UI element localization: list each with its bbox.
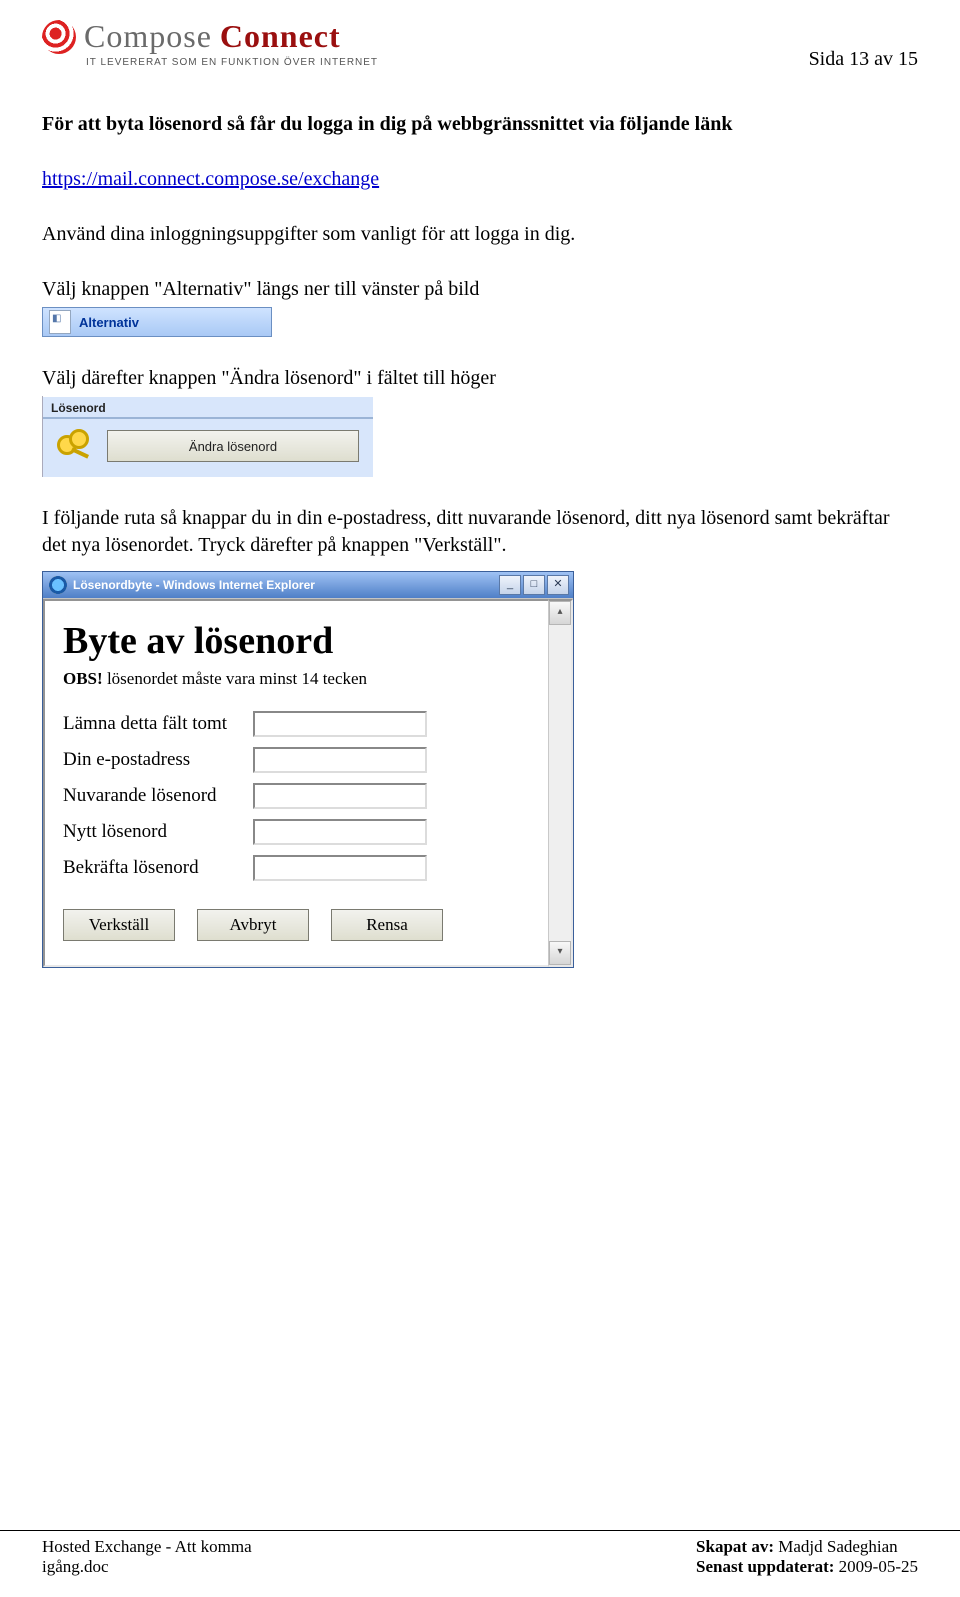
field-label-4: Nytt lösenord — [63, 821, 253, 843]
field-label-1: Lämna detta fält tomt — [63, 713, 253, 735]
footer-author-label: Skapat av: — [696, 1537, 774, 1556]
field-input-5[interactable] — [253, 855, 427, 881]
change-password-button[interactable]: Ändra lösenord — [107, 430, 359, 462]
field-label-5: Bekräfta lösenord — [63, 857, 253, 879]
scrollbar[interactable]: ▴ ▾ — [548, 599, 573, 967]
field-input-1[interactable] — [253, 711, 427, 737]
dialog-heading: Byte av lösenord — [63, 619, 538, 663]
cancel-button[interactable]: Avbryt — [197, 909, 309, 941]
dialog-note-rest: lösenordet måste vara minst 14 tecken — [103, 669, 367, 688]
scroll-down-icon[interactable]: ▾ — [549, 941, 571, 965]
page-footer: Hosted Exchange - Att komma igång.doc Sk… — [0, 1530, 960, 1597]
change-password-label: Ändra lösenord — [189, 439, 277, 454]
dialog-note-bold: OBS! — [63, 669, 103, 688]
alternativ-button[interactable]: Alternativ — [42, 307, 272, 337]
page-number: Sida 13 av 15 — [809, 48, 918, 71]
logo-subtitle: IT LEVERERAT SOM EN FUNKTION ÖVER INTERN… — [86, 57, 472, 68]
field-input-2[interactable] — [253, 747, 427, 773]
ie-window-title: Lösenordbyte - Windows Internet Explorer — [73, 578, 315, 592]
exchange-link[interactable]: https://mail.connect.compose.se/exchange — [42, 168, 379, 190]
paragraph-3: Välj därefter knappen "Ändra lösenord" i… — [42, 365, 918, 392]
ie-dialog-window: Lösenordbyte - Windows Internet Explorer… — [42, 571, 574, 968]
minimize-button[interactable]: _ — [499, 575, 521, 595]
logo-block: Compose Connect IT LEVERERAT SOM EN FUNK… — [42, 18, 472, 68]
logo-word-compose: Compose — [84, 18, 212, 55]
footer-left-line1: Hosted Exchange - Att komma — [42, 1537, 252, 1557]
heading-text: För att byta lösenord så får du logga in… — [42, 111, 918, 138]
paragraph-2: Välj knappen "Alternativ" längs ner till… — [42, 276, 918, 303]
footer-left-line2: igång.doc — [42, 1557, 252, 1577]
keys-icon — [57, 429, 91, 463]
paragraph-1: Använd dina inloggningsuppgifter som van… — [42, 221, 918, 248]
password-panel: Lösenord Ändra lösenord — [42, 396, 373, 477]
field-input-4[interactable] — [253, 819, 427, 845]
maximize-button[interactable]: □ — [523, 575, 545, 595]
alternativ-icon — [49, 310, 71, 334]
field-input-3[interactable] — [253, 783, 427, 809]
footer-updated-label: Senast uppdaterat: — [696, 1557, 834, 1576]
logo-swirl-icon — [42, 20, 76, 54]
field-label-3: Nuvarande lösenord — [63, 785, 253, 807]
paragraph-4: I följande ruta så knappar du in din e-p… — [42, 505, 918, 559]
close-button[interactable]: ✕ — [547, 575, 569, 595]
clear-button[interactable]: Rensa — [331, 909, 443, 941]
alternativ-label: Alternativ — [79, 315, 139, 330]
ie-titlebar: Lösenordbyte - Windows Internet Explorer… — [43, 572, 573, 598]
apply-button[interactable]: Verkställ — [63, 909, 175, 941]
footer-updated-value: 2009-05-25 — [834, 1557, 918, 1576]
footer-author-value: Madjd Sadeghian — [774, 1537, 898, 1556]
dialog-note: OBS! lösenordet måste vara minst 14 teck… — [63, 669, 538, 689]
scroll-up-icon[interactable]: ▴ — [549, 601, 571, 625]
password-panel-title: Lösenord — [43, 396, 373, 417]
field-label-2: Din e-postadress — [63, 749, 253, 771]
logo-word-connect: Connect — [220, 18, 341, 55]
ie-app-icon — [49, 576, 67, 594]
